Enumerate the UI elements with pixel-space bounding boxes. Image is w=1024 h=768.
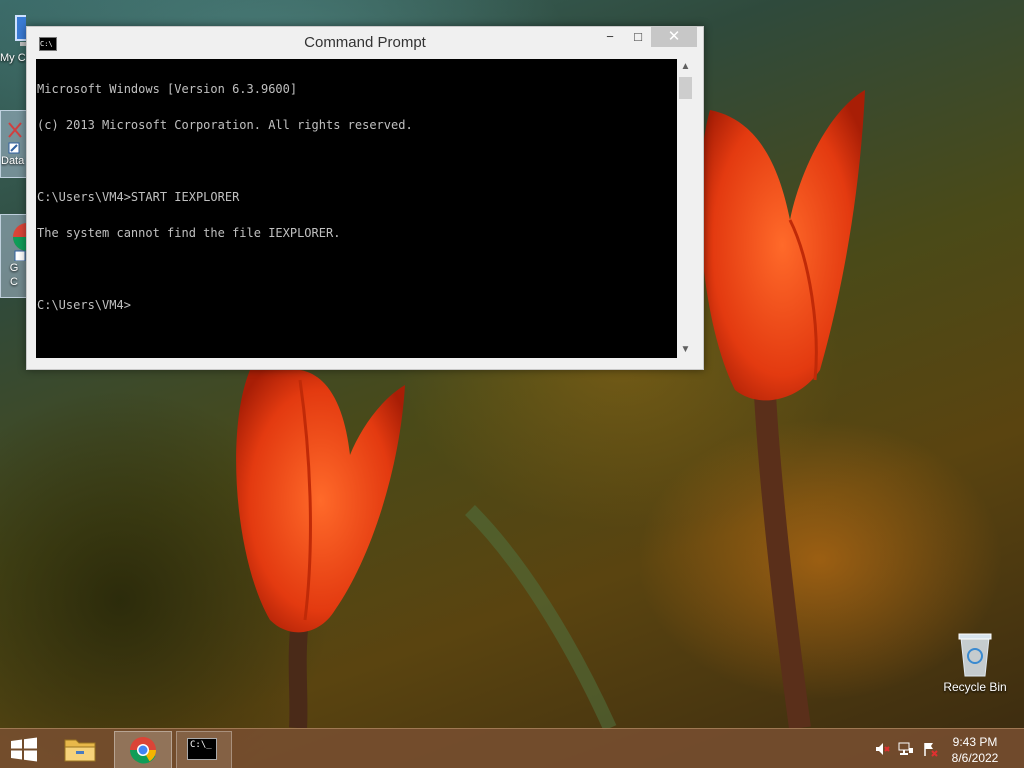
action-center-icon[interactable] — [922, 741, 938, 757]
desktop-icon-my-computer[interactable]: My C — [0, 8, 26, 78]
chrome-shortcut-icon — [13, 223, 27, 261]
folder-icon — [64, 739, 96, 762]
desktop-icon-label: G C — [9, 262, 19, 288]
taskbar-command-prompt[interactable]: C:\_ — [176, 731, 232, 768]
taskbar-chrome[interactable] — [114, 731, 172, 768]
desktop-icon-label: Data — [1, 155, 25, 167]
vertical-scrollbar[interactable]: ▲ ▼ — [677, 59, 694, 358]
shortcut-icon — [8, 122, 22, 154]
taskbar-file-explorer[interactable] — [56, 731, 104, 767]
scroll-up-icon[interactable]: ▲ — [677, 59, 694, 75]
clock-time: 9:43 PM — [952, 735, 998, 749]
cmd-icon: C:\_ — [187, 738, 217, 760]
desktop-icon-label: My C — [0, 52, 26, 64]
system-clock[interactable]: 9:43 PM 8/6/2022 — [944, 734, 1006, 766]
console-prompt-line: C:\Users\VM4> — [37, 298, 131, 312]
scroll-down-icon[interactable]: ▼ — [677, 342, 694, 358]
taskbar: C:\_ 9:43 PM 8/6/2022 — [0, 728, 1024, 768]
windows-logo-icon — [11, 737, 37, 762]
console-line: Microsoft Windows [Version 6.3.9600] — [37, 82, 298, 96]
title-bar[interactable]: C:\ Command Prompt − □ ✕ — [27, 27, 703, 57]
recycle-bin-icon — [958, 633, 992, 677]
console-line: (c) 2013 Microsoft Corporation. All righ… — [37, 118, 413, 132]
console-line: C:\Users\VM4>START IEXPLORER — [37, 190, 240, 204]
desktop-icon-data[interactable]: Data — [0, 110, 28, 178]
desktop-icon-label: Recycle Bin — [943, 680, 1007, 694]
start-button[interactable] — [0, 731, 48, 767]
desktop-icon-chrome[interactable]: G C — [0, 214, 28, 298]
desktop-icon-recycle-bin[interactable]: Recycle Bin — [938, 630, 1012, 694]
maximize-button[interactable]: □ — [625, 27, 651, 47]
scrollbar-thumb[interactable] — [679, 77, 692, 99]
close-button[interactable]: ✕ — [651, 27, 697, 47]
console-output[interactable]: Microsoft Windows [Version 6.3.9600] (c)… — [36, 59, 677, 358]
network-icon[interactable] — [898, 741, 914, 757]
command-prompt-window[interactable]: C:\ Command Prompt − □ ✕ Microsoft Windo… — [26, 26, 704, 370]
clock-date: 8/6/2022 — [951, 751, 999, 765]
console-line: The system cannot find the file IEXPLORE… — [37, 226, 341, 240]
chrome-icon — [129, 737, 157, 764]
volume-muted-icon[interactable] — [874, 741, 890, 757]
computer-icon — [15, 15, 26, 46]
minimize-button[interactable]: − — [597, 27, 623, 47]
